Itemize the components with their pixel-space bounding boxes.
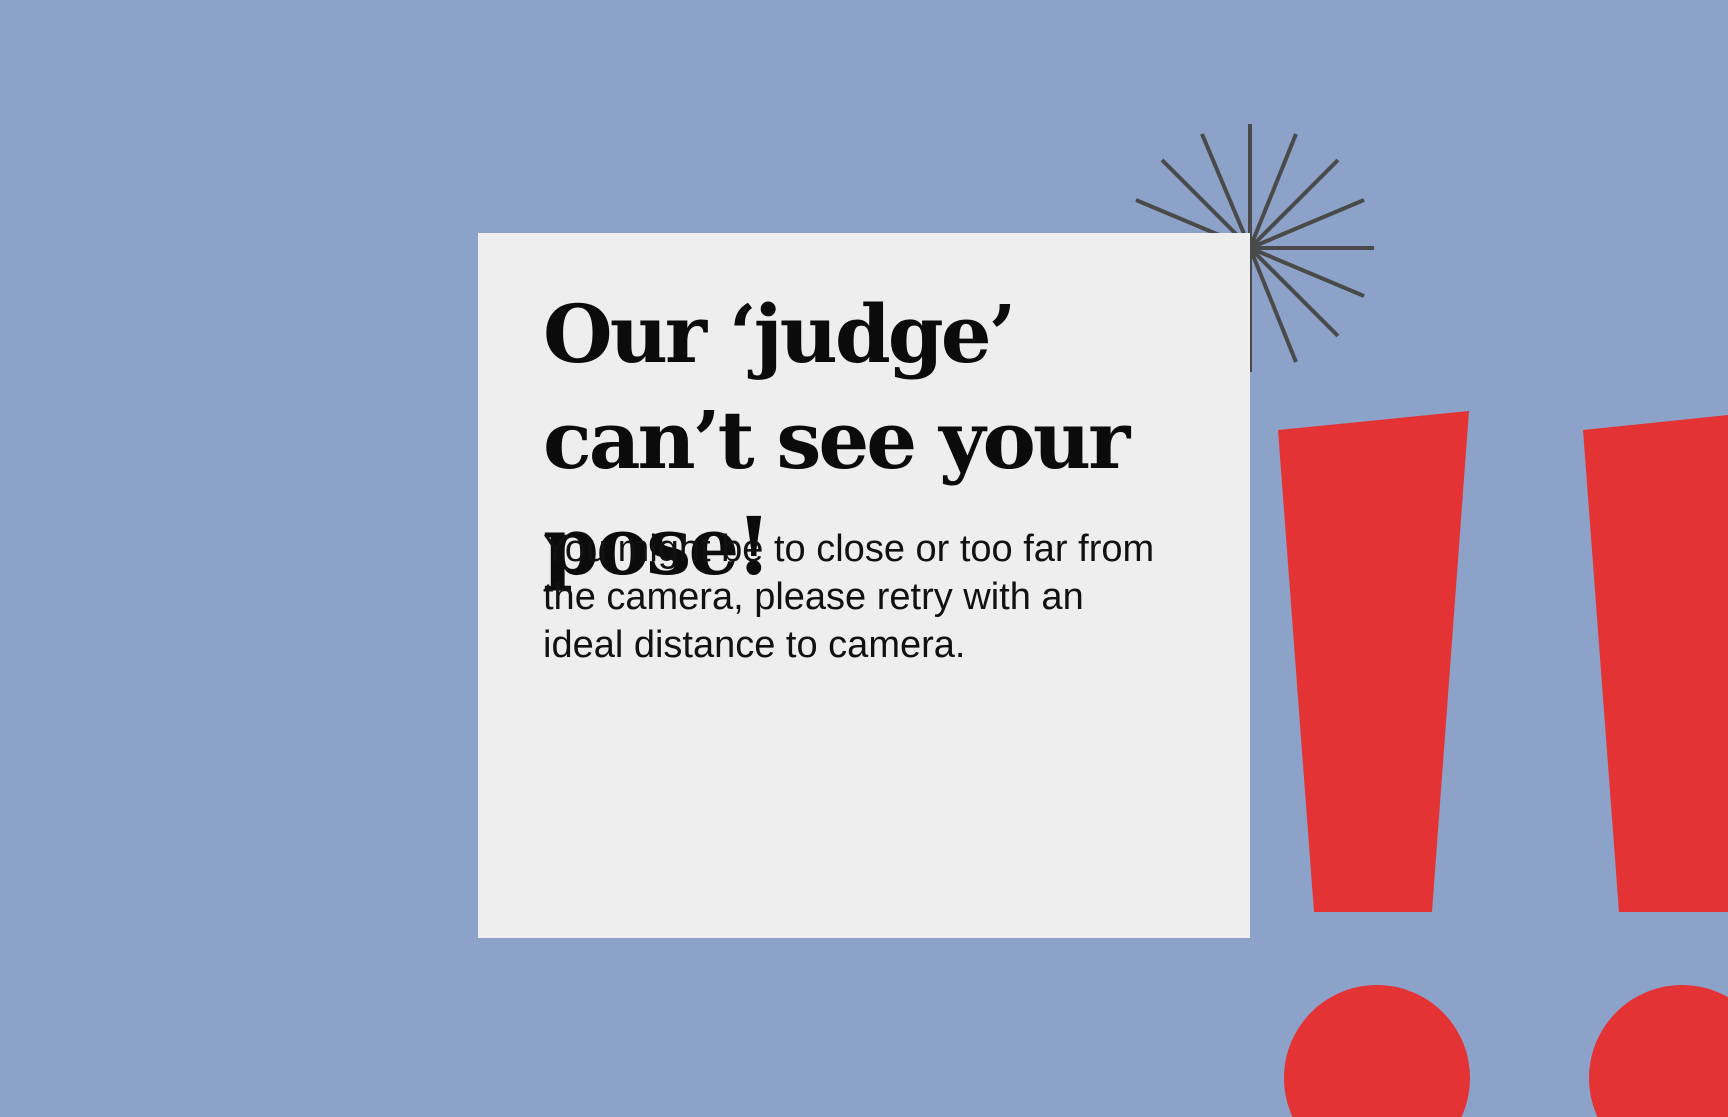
error-screen: Our ‘judge’ can’t see your pose! You mig… bbox=[0, 0, 1728, 1117]
dialog-message: You might be to close or too far from th… bbox=[543, 528, 1155, 666]
exclamation-icon bbox=[1278, 411, 1470, 1117]
message-card: Our ‘judge’ can’t see your pose! You mig… bbox=[478, 233, 1250, 938]
exclamation-icon bbox=[1583, 415, 1728, 1117]
